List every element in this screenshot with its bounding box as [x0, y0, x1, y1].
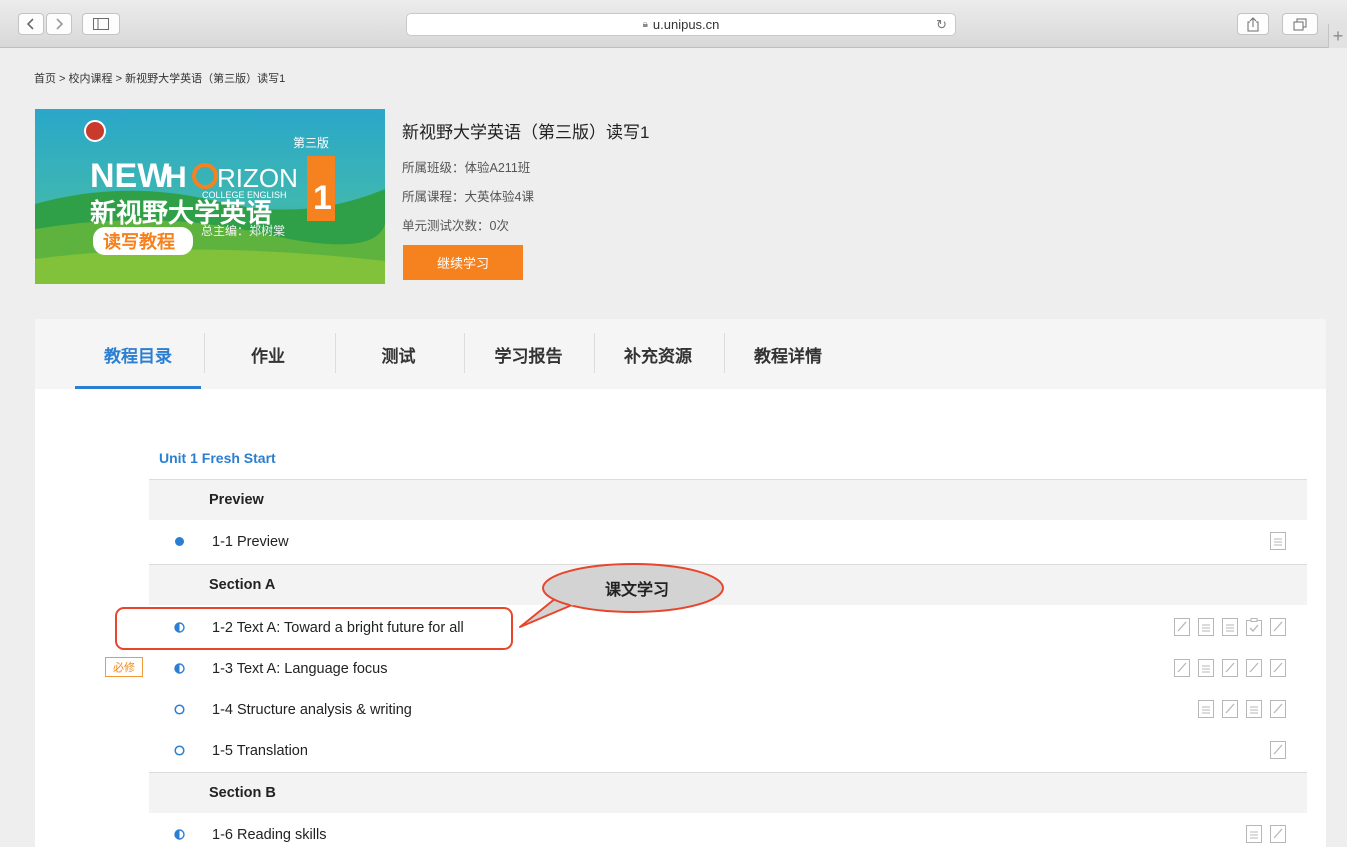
progress-none-icon	[174, 704, 185, 715]
doc-icon[interactable]	[1269, 531, 1287, 551]
edit-icon[interactable]	[1221, 699, 1239, 719]
highlight-annotation-box	[115, 607, 513, 650]
edit-icon[interactable]	[1269, 699, 1287, 719]
item-label: 1-6 Reading skills	[212, 826, 327, 843]
tab-divider	[204, 333, 205, 373]
sidebar-icon	[93, 18, 109, 30]
edit-icon[interactable]	[1269, 617, 1287, 637]
item-label: 1-1 Preview	[212, 533, 289, 550]
class-info: 所属班级：体验A211班	[402, 161, 531, 175]
tab-divider	[594, 333, 595, 373]
reload-icon[interactable]: ↻	[936, 17, 947, 33]
chevron-left-icon	[26, 18, 34, 30]
doc-icon[interactable]	[1197, 617, 1215, 637]
lock-icon: 🔒︎	[642, 19, 648, 30]
check-doc-icon[interactable]	[1245, 617, 1263, 637]
progress-half-icon	[174, 663, 185, 674]
callout-text: 课文学习	[604, 582, 669, 599]
course-cover-image: 第三版 NEW H RIZON COLLEGE ENGLISH 1 新视野大学英…	[35, 109, 385, 284]
tab-learning-report[interactable]: 学习报告	[465, 319, 592, 389]
tab-homework[interactable]: 作业	[204, 319, 332, 389]
cover-tag: 读写教程	[103, 231, 175, 253]
doc-icon[interactable]	[1221, 617, 1239, 637]
new-tab-button[interactable]: +	[1328, 24, 1347, 48]
list-item-1-3[interactable]: 1-3 Text A: Language focus	[149, 648, 1307, 689]
edit-icon[interactable]	[1269, 740, 1287, 760]
doc-icon[interactable]	[1197, 658, 1215, 678]
required-badge: 必修	[105, 657, 143, 677]
doc-icon[interactable]	[1245, 699, 1263, 719]
tabs-icon	[1293, 18, 1307, 30]
tabs-button[interactable]	[1282, 13, 1318, 35]
list-item-1-1[interactable]: 1-1 Preview	[149, 521, 1307, 562]
share-button[interactable]	[1237, 13, 1269, 35]
tab-tests[interactable]: 测试	[335, 319, 462, 389]
cover-editor: 总主编：郑树棠	[201, 223, 285, 238]
forward-button[interactable]	[46, 13, 72, 35]
tab-catalog[interactable]: 教程目录	[75, 319, 201, 389]
browser-toolbar: 🔒︎ u.unipus.cn ↻ +	[0, 0, 1347, 48]
tab-resources[interactable]: 补充资源	[594, 319, 722, 389]
edit-icon[interactable]	[1173, 617, 1191, 637]
item-label: 1-3 Text A: Language focus	[212, 660, 388, 677]
tab-divider	[464, 333, 465, 373]
sidebar-toggle-button[interactable]	[82, 13, 120, 35]
section-label: Preview	[209, 492, 264, 508]
doc-icon[interactable]	[1197, 699, 1215, 719]
progress-half-icon	[174, 829, 185, 840]
tab-divider	[724, 333, 725, 373]
back-button[interactable]	[18, 13, 44, 35]
course-info: 所属课程：大英体验4课	[402, 190, 534, 204]
edit-icon[interactable]	[1245, 658, 1263, 678]
progress-none-icon	[174, 745, 185, 756]
continue-learning-button[interactable]: 继续学习	[403, 245, 523, 280]
address-bar[interactable]: 🔒︎ u.unipus.cn ↻	[406, 13, 956, 36]
progress-complete-icon	[175, 537, 184, 546]
breadcrumb[interactable]: 首页 > 校内课程 > 新视野大学英语（第三版）读写1	[34, 70, 285, 86]
section-label: Section B	[209, 785, 276, 801]
cover-brand-new: NEW	[90, 157, 170, 195]
url-text: u.unipus.cn	[652, 17, 720, 32]
list-item-1-6[interactable]: 1-6 Reading skills	[149, 814, 1307, 847]
tests-info: 单元测试次数：0次	[402, 219, 509, 233]
cover-brand-h: H	[165, 161, 187, 194]
section-header-b: Section B	[149, 772, 1307, 813]
list-item-1-4[interactable]: 1-4 Structure analysis & writing	[149, 689, 1307, 730]
section-header-preview: Preview	[149, 479, 1307, 520]
tab-bar: 教程目录 作业 测试 学习报告 补充资源 教程详情	[35, 319, 1326, 389]
share-icon	[1247, 16, 1259, 31]
tab-course-details[interactable]: 教程详情	[724, 319, 852, 389]
cover-edition: 第三版	[293, 136, 329, 150]
edit-icon[interactable]	[1221, 658, 1239, 678]
unit-title[interactable]: Unit 1 Fresh Start	[159, 450, 276, 466]
list-item-1-5[interactable]: 1-5 Translation	[149, 730, 1307, 771]
cover-volume: 1	[313, 179, 332, 217]
section-label: Section A	[209, 577, 276, 593]
edit-icon[interactable]	[1269, 824, 1287, 844]
doc-icon[interactable]	[1245, 824, 1263, 844]
item-label: 1-4 Structure analysis & writing	[212, 701, 412, 718]
tab-divider	[335, 333, 336, 373]
course-title: 新视野大学英语（第三版）读写1	[402, 123, 650, 142]
chevron-right-icon	[56, 18, 64, 30]
edit-icon[interactable]	[1269, 658, 1287, 678]
edit-icon[interactable]	[1173, 658, 1191, 678]
item-label: 1-5 Translation	[212, 742, 308, 759]
cover-brand-rizon: RIZON	[217, 163, 298, 193]
